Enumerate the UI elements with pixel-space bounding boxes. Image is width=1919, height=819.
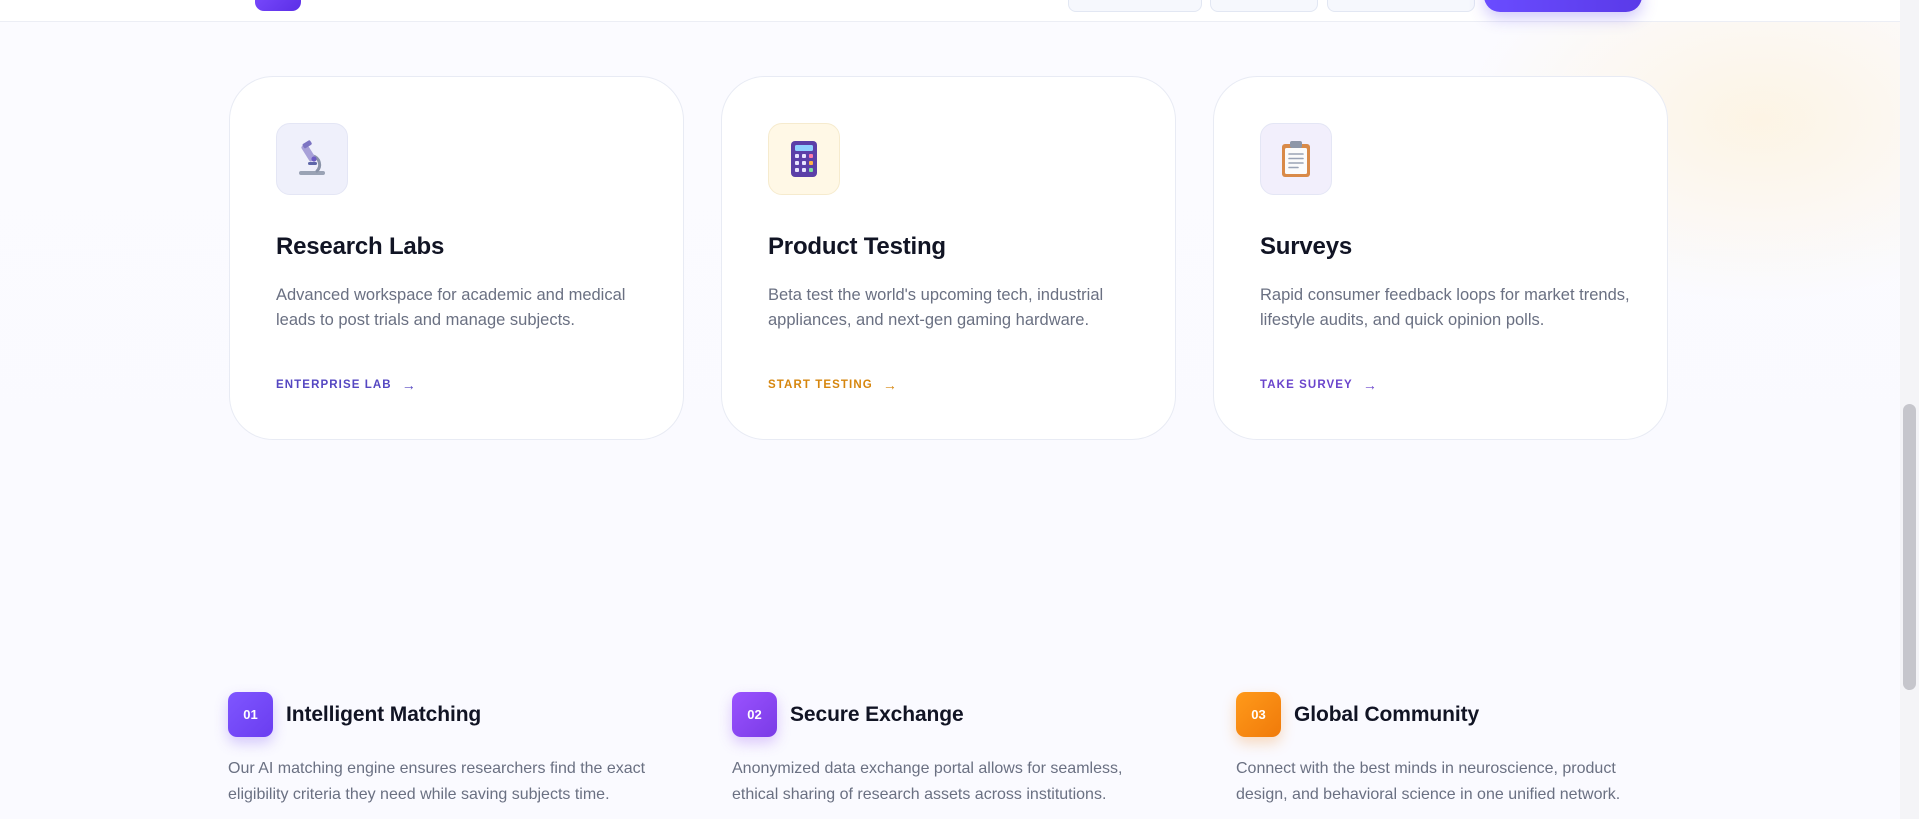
card-title: Research Labs bbox=[276, 233, 445, 260]
nav-item-1[interactable] bbox=[1068, 0, 1202, 12]
feature-global-community: 03 Global Community Connect with the bes… bbox=[1236, 692, 1676, 808]
card-research-labs: Research Labs Advanced workspace for aca… bbox=[229, 76, 684, 440]
feature-title: Secure Exchange bbox=[790, 702, 964, 726]
feature-number-badge: 02 bbox=[732, 692, 777, 737]
arrow-right-icon: → bbox=[401, 377, 417, 393]
arrow-right-icon: → bbox=[882, 377, 898, 393]
feature-secure-exchange: 02 Secure Exchange Anonymized data excha… bbox=[732, 692, 1172, 808]
feature-description: Connect with the best minds in neuroscie… bbox=[1236, 760, 1621, 803]
card-link-label: Start Testing bbox=[768, 379, 873, 391]
card-title: Product Testing bbox=[768, 233, 946, 260]
card-description: Beta test the world's upcoming tech, ind… bbox=[768, 286, 1104, 329]
microscope-icon bbox=[276, 123, 348, 195]
card-description: Advanced workspace for academic and medi… bbox=[276, 286, 626, 329]
feature-number-badge: 01 bbox=[228, 692, 273, 737]
start-testing-link[interactable]: Start Testing → bbox=[768, 377, 898, 393]
nav-item-3[interactable] bbox=[1327, 0, 1475, 12]
calculator-icon bbox=[768, 123, 840, 195]
arrow-right-icon: → bbox=[1362, 377, 1378, 393]
card-link-label: Enterprise Lab bbox=[276, 379, 392, 391]
feature-description: Our AI matching engine ensures researche… bbox=[228, 760, 646, 803]
feature-title: Intelligent Matching bbox=[286, 702, 482, 726]
feature-intelligent-matching: 01 Intelligent Matching Our AI matching … bbox=[228, 692, 668, 808]
feature-number-badge: 03 bbox=[1236, 692, 1281, 737]
card-product-testing: Product Testing Beta test the world's up… bbox=[721, 76, 1176, 440]
clipboard-icon bbox=[1260, 123, 1332, 195]
enterprise-lab-link[interactable]: Enterprise Lab → bbox=[276, 377, 417, 393]
scrollbar-thumb[interactable] bbox=[1903, 404, 1916, 690]
nav-item-2[interactable] bbox=[1210, 0, 1318, 12]
logo-mark[interactable] bbox=[255, 0, 301, 11]
top-navbar bbox=[0, 0, 1919, 22]
header-cta-button[interactable] bbox=[1484, 0, 1642, 12]
card-description: Rapid consumer feedback loops for market… bbox=[1260, 286, 1630, 329]
page: Research Labs Advanced workspace for aca… bbox=[0, 0, 1919, 819]
take-survey-link[interactable]: Take Survey → bbox=[1260, 377, 1378, 393]
card-link-label: Take Survey bbox=[1260, 379, 1353, 391]
card-surveys: Surveys Rapid consumer feedback loops fo… bbox=[1213, 76, 1668, 440]
page-scrollbar[interactable] bbox=[1900, 0, 1919, 819]
card-title: Surveys bbox=[1260, 233, 1352, 260]
feature-title: Global Community bbox=[1294, 702, 1480, 726]
feature-description: Anonymized data exchange portal allows f… bbox=[732, 760, 1123, 803]
